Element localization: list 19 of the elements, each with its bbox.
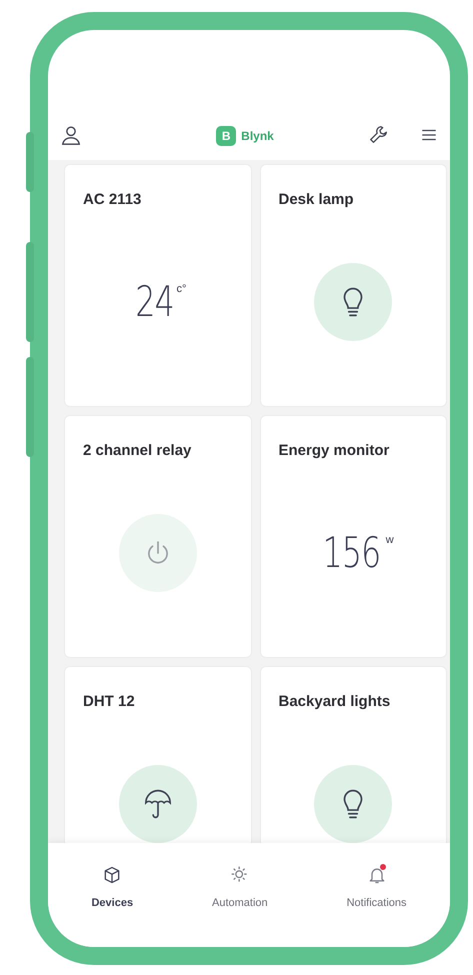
device-tile[interactable]: 2 channel relay — [64, 415, 252, 658]
device-name: 2 channel relay — [83, 441, 192, 461]
reading-value: 24 — [136, 280, 174, 323]
device-tile[interactable]: DHT 12 — [64, 666, 252, 843]
logo-badge: B — [216, 126, 236, 146]
device-name: AC 2113 — [83, 190, 142, 210]
device-tile[interactable]: Desk lamp — [260, 164, 447, 407]
nav-tab[interactable]: Automation — [212, 865, 268, 912]
nav-tab[interactable]: Devices — [91, 865, 134, 912]
reading-unit: c° — [176, 282, 186, 297]
nav-tab[interactable]: Notifications — [346, 865, 407, 912]
device-name: Desk lamp — [278, 190, 354, 210]
logo-text: Blynk — [241, 128, 274, 145]
device-tile[interactable]: Backyard lights — [260, 666, 447, 843]
device-name: DHT 12 — [83, 692, 135, 712]
device-name: Backyard lights — [278, 692, 390, 712]
reading-value: 156 — [322, 532, 380, 574]
reading-unit: w — [386, 532, 394, 548]
device-name: Energy monitor — [278, 441, 390, 461]
